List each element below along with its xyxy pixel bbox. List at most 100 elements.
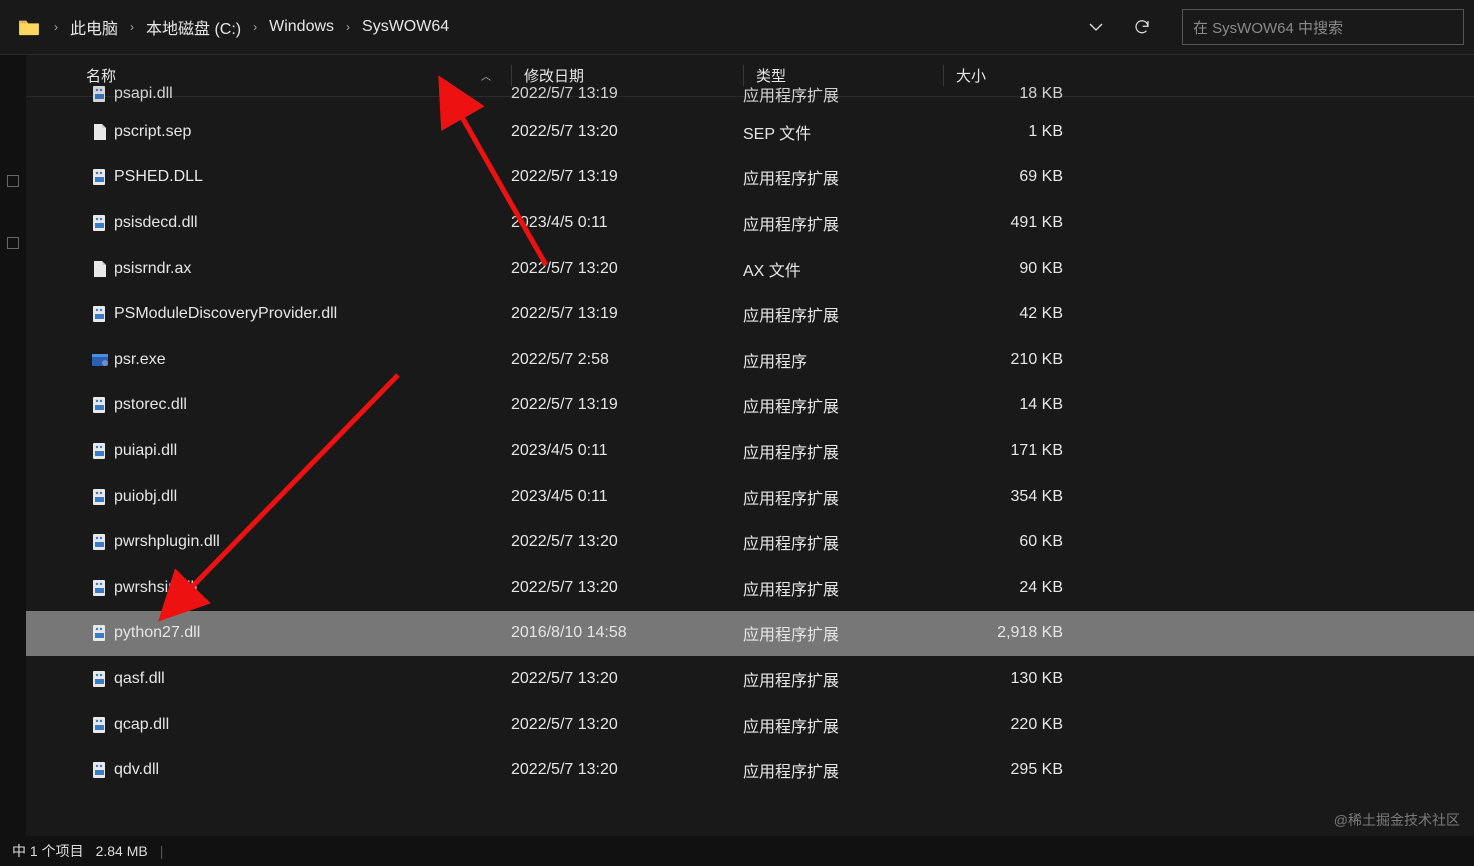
status-separator: | <box>160 843 164 859</box>
file-type-icon <box>86 260 114 278</box>
file-name: psr.exe <box>114 351 511 369</box>
file-size: 295 KB <box>943 761 1073 779</box>
file-row[interactable]: pscript.sep2022/5/7 13:20SEP 文件1 KB <box>26 109 1474 155</box>
file-type-icon <box>86 533 114 551</box>
file-date: 2022/5/7 13:20 <box>511 533 743 551</box>
sidebar-stub-icon <box>7 237 19 249</box>
file-row[interactable]: qasf.dll2022/5/7 13:20应用程序扩展130 KB <box>26 656 1474 702</box>
file-type: 应用程序扩展 <box>743 165 943 189</box>
file-type: 应用程序扩展 <box>743 302 943 326</box>
file-date: 2023/4/5 0:11 <box>511 442 743 460</box>
file-row[interactable]: puiapi.dll2023/4/5 0:11应用程序扩展171 KB <box>26 428 1474 474</box>
refresh-button[interactable] <box>1126 11 1158 43</box>
file-type: 应用程序扩展 <box>743 667 943 691</box>
history-dropdown-button[interactable] <box>1080 11 1112 43</box>
chevron-right-icon: › <box>346 20 350 34</box>
file-size: 69 KB <box>943 168 1073 186</box>
file-date: 2022/5/7 13:20 <box>511 260 743 278</box>
breadcrumb-item[interactable]: Windows <box>269 18 334 36</box>
file-name: PSHED.DLL <box>114 168 511 186</box>
sidebar-stub-icon <box>7 175 19 187</box>
file-type-icon <box>86 351 114 369</box>
file-type: 应用程序扩展 <box>743 758 943 782</box>
breadcrumb-item[interactable]: 本地磁盘 (C:) <box>146 15 241 39</box>
file-name: python27.dll <box>114 624 511 642</box>
file-row[interactable]: psapi.dll2022/5/7 13:19应用程序扩展18 KB <box>26 79 1474 109</box>
file-type-icon <box>86 214 114 232</box>
file-date: 2022/5/7 13:20 <box>511 670 743 688</box>
file-type-icon <box>86 442 114 460</box>
file-row[interactable]: qcap.dll2022/5/7 13:20应用程序扩展220 KB <box>26 702 1474 748</box>
file-size: 2,918 KB <box>943 624 1073 642</box>
file-name: pscript.sep <box>114 123 511 141</box>
file-row[interactable]: PSModuleDiscoveryProvider.dll2022/5/7 13… <box>26 291 1474 337</box>
file-date: 2022/5/7 13:20 <box>511 761 743 779</box>
file-type: 应用程序扩展 <box>743 485 943 509</box>
file-size: 18 KB <box>943 85 1073 103</box>
file-date: 2016/8/10 14:58 <box>511 624 743 642</box>
sidebar-strip <box>0 55 26 836</box>
file-row[interactable]: psr.exe2022/5/7 2:58应用程序210 KB <box>26 337 1474 383</box>
file-size: 14 KB <box>943 396 1073 414</box>
address-bar: › 此电脑 › 本地磁盘 (C:) › Windows › SysWOW64 在… <box>0 0 1474 55</box>
file-row[interactable]: pwrshplugin.dll2022/5/7 13:20应用程序扩展60 KB <box>26 519 1474 565</box>
file-date: 2022/5/7 13:20 <box>511 716 743 734</box>
file-size: 60 KB <box>943 533 1073 551</box>
file-name: pstorec.dll <box>114 396 511 414</box>
file-type: 应用程序扩展 <box>743 621 943 645</box>
folder-icon <box>18 18 40 36</box>
file-row[interactable]: qdv.dll2022/5/7 13:20应用程序扩展295 KB <box>26 747 1474 793</box>
chevron-right-icon: › <box>130 20 134 34</box>
file-row[interactable]: psisrndr.ax2022/5/7 13:20AX 文件90 KB <box>26 246 1474 292</box>
breadcrumb[interactable]: › 此电脑 › 本地磁盘 (C:) › Windows › SysWOW64 <box>54 15 1072 39</box>
file-name: qcap.dll <box>114 716 511 734</box>
file-size: 130 KB <box>943 670 1073 688</box>
file-size: 42 KB <box>943 305 1073 323</box>
file-size: 354 KB <box>943 488 1073 506</box>
file-name: pwrshsip.dll <box>114 579 511 597</box>
chevron-right-icon: › <box>54 20 58 34</box>
file-type-icon <box>86 488 114 506</box>
file-size: 171 KB <box>943 442 1073 460</box>
file-name: psisrndr.ax <box>114 260 511 278</box>
file-type: SEP 文件 <box>743 120 943 144</box>
file-row[interactable]: pstorec.dll2022/5/7 13:19应用程序扩展14 KB <box>26 383 1474 429</box>
status-selection: 中 1 个项目 <box>12 841 84 861</box>
file-name: puiapi.dll <box>114 442 511 460</box>
file-name: qdv.dll <box>114 761 511 779</box>
file-type-icon <box>86 670 114 688</box>
file-size: 210 KB <box>943 351 1073 369</box>
file-size: 491 KB <box>943 214 1073 232</box>
file-type: 应用程序扩展 <box>743 713 943 737</box>
file-type: 应用程序扩展 <box>743 82 943 106</box>
file-date: 2022/5/7 13:19 <box>511 396 743 414</box>
file-row[interactable]: python27.dll2016/8/10 14:58应用程序扩展2,918 K… <box>26 611 1474 657</box>
search-input[interactable]: 在 SysWOW64 中搜索 <box>1182 9 1464 45</box>
search-placeholder: 在 SysWOW64 中搜索 <box>1193 17 1343 38</box>
breadcrumb-item[interactable]: SysWOW64 <box>362 18 449 36</box>
status-size: 2.84 MB <box>96 843 148 859</box>
file-type: 应用程序扩展 <box>743 439 943 463</box>
file-type: AX 文件 <box>743 257 943 281</box>
file-date: 2022/5/7 13:20 <box>511 123 743 141</box>
file-date: 2022/5/7 13:19 <box>511 305 743 323</box>
file-date: 2023/4/5 0:11 <box>511 488 743 506</box>
file-name: puiobj.dll <box>114 488 511 506</box>
file-type-icon <box>86 761 114 779</box>
breadcrumb-item[interactable]: 此电脑 <box>70 15 118 39</box>
file-date: 2022/5/7 13:20 <box>511 579 743 597</box>
file-type: 应用程序扩展 <box>743 393 943 417</box>
file-type-icon <box>86 168 114 186</box>
status-bar: 中 1 个项目 2.84 MB | <box>0 836 1474 866</box>
file-type-icon <box>86 85 114 103</box>
file-row[interactable]: pwrshsip.dll2022/5/7 13:20应用程序扩展24 KB <box>26 565 1474 611</box>
file-type-icon <box>86 579 114 597</box>
file-type-icon <box>86 716 114 734</box>
file-row[interactable]: PSHED.DLL2022/5/7 13:19应用程序扩展69 KB <box>26 155 1474 201</box>
file-row[interactable]: puiobj.dll2023/4/5 0:11应用程序扩展354 KB <box>26 474 1474 520</box>
file-date: 2022/5/7 13:19 <box>511 168 743 186</box>
file-name: psisdecd.dll <box>114 214 511 232</box>
file-type-icon <box>86 624 114 642</box>
file-row[interactable]: psisdecd.dll2023/4/5 0:11应用程序扩展491 KB <box>26 200 1474 246</box>
file-type-icon <box>86 123 114 141</box>
